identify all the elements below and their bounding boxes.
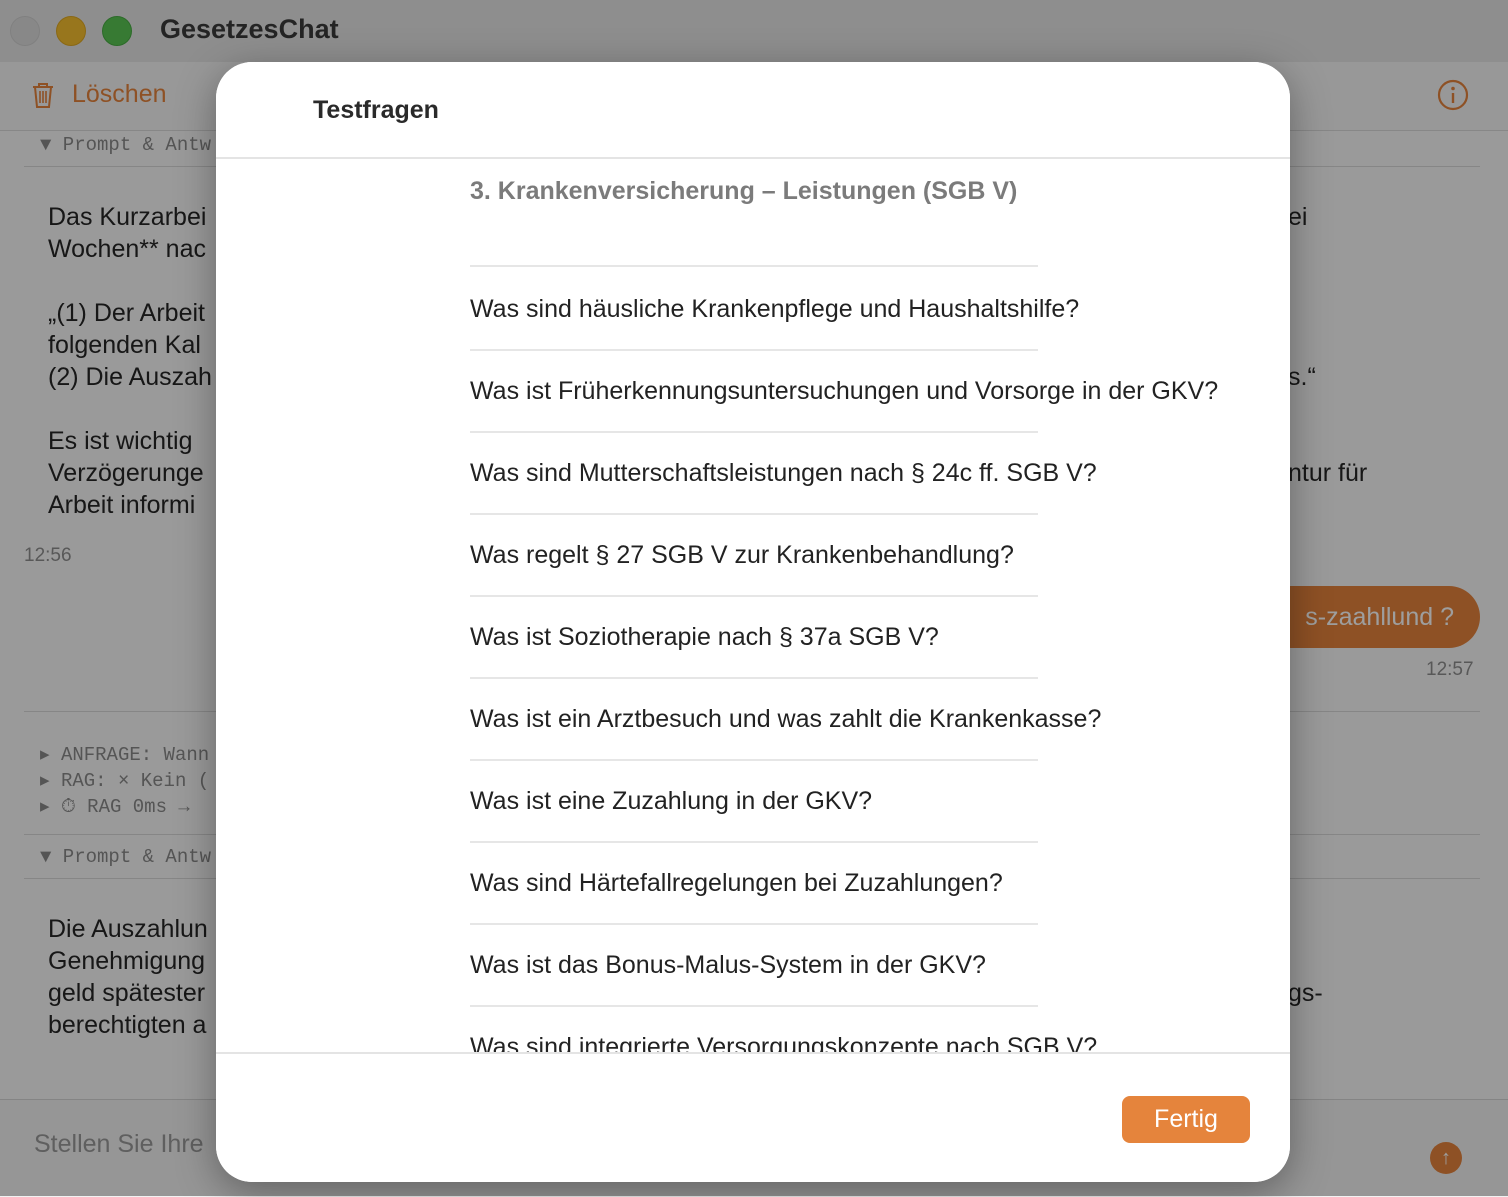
question-text: Was sind häusliche Krankenpflege und Hau… (470, 295, 1080, 323)
question-item[interactable]: Was ist eine Zuzahlung in der GKV? (470, 761, 1290, 843)
row-divider (470, 265, 1038, 267)
question-item[interactable]: Was regelt § 27 SGB V zur Krankenbehandl… (470, 515, 1290, 597)
question-item[interactable]: Was sind Härtefallregelungen bei Zuzahlu… (470, 843, 1290, 925)
test-questions-sheet: Testfragen 3. Krankenversicherung – Leis… (216, 62, 1290, 1182)
question-item[interactable]: Was sind integrierte Versorgungskonzepte… (470, 1007, 1290, 1052)
question-item[interactable]: Was ist Früherkennungsuntersuchungen und… (470, 351, 1290, 433)
question-text: Was ist das Bonus-Malus-System in der GK… (470, 951, 986, 979)
question-text: Was sind integrierte Versorgungskonzepte… (470, 1033, 1098, 1052)
sheet-header: Testfragen (216, 62, 1290, 159)
question-text: Was ist eine Zuzahlung in der GKV? (470, 787, 873, 815)
sheet-title: Testfragen (313, 96, 439, 124)
question-text: Was regelt § 27 SGB V zur Krankenbehandl… (470, 541, 1014, 569)
question-text: Was ist Früherkennungsuntersuchungen und… (470, 377, 1219, 405)
questions-list[interactable]: 3. Krankenversicherung – Leistungen (SGB… (216, 159, 1290, 1052)
question-text: Was sind Härtefallregelungen bei Zuzahlu… (470, 869, 1003, 897)
question-item[interactable]: Was sind Mutterschaftsleistungen nach § … (470, 433, 1290, 515)
question-item[interactable]: Was ist Soziotherapie nach § 37a SGB V? (470, 597, 1290, 679)
question-text: Was ist ein Arztbesuch und was zahlt die… (470, 705, 1102, 733)
question-item[interactable]: Was ist das Bonus-Malus-System in der GK… (470, 925, 1290, 1007)
done-button[interactable]: Fertig (1122, 1096, 1250, 1143)
question-item[interactable]: Was ist ein Arztbesuch und was zahlt die… (470, 679, 1290, 761)
section-heading: 3. Krankenversicherung – Leistungen (SGB… (470, 177, 1018, 205)
question-text: Was ist Soziotherapie nach § 37a SGB V? (470, 623, 939, 651)
question-item[interactable]: Was sind häusliche Krankenpflege und Hau… (470, 269, 1290, 351)
sheet-footer: Fertig (216, 1052, 1290, 1182)
question-text: Was sind Mutterschaftsleistungen nach § … (470, 459, 1097, 487)
